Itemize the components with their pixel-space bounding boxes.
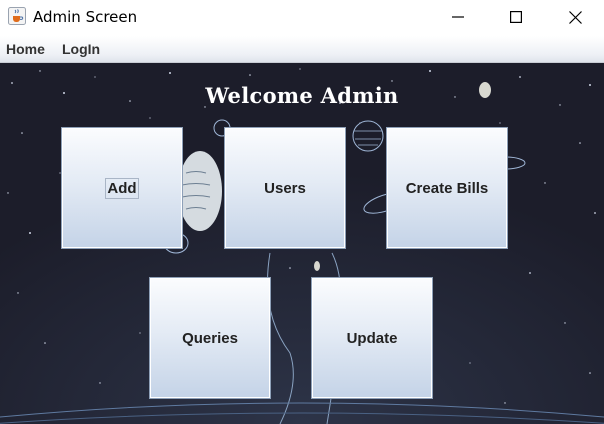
menu-bar: Home LogIn	[0, 36, 604, 63]
menu-home[interactable]: Home	[6, 41, 45, 57]
space-background-panel: Welcome Admin Add Users Create Bills Que…	[0, 63, 604, 424]
java-cup-icon	[8, 7, 26, 25]
create-bills-button-label: Create Bills	[405, 179, 489, 197]
create-bills-button[interactable]: Create Bills	[386, 127, 508, 249]
minimize-button[interactable]	[429, 0, 487, 34]
maximize-icon	[510, 11, 522, 23]
close-button[interactable]	[546, 0, 604, 34]
users-button[interactable]: Users	[224, 127, 346, 249]
update-button-label: Update	[346, 329, 398, 347]
users-button-label: Users	[264, 179, 306, 197]
add-button[interactable]: Add	[61, 127, 183, 249]
add-button-label: Add	[105, 177, 139, 199]
window-title: Admin Screen	[33, 8, 138, 26]
welcome-heading: Welcome Admin	[205, 83, 399, 108]
title-bar: Admin Screen	[0, 0, 604, 36]
queries-button[interactable]: Queries	[149, 277, 271, 399]
queries-button-label: Queries	[182, 329, 238, 347]
update-button[interactable]: Update	[311, 277, 433, 399]
close-icon	[568, 10, 582, 24]
menu-login[interactable]: LogIn	[62, 41, 100, 57]
maximize-button[interactable]	[487, 0, 545, 34]
minimize-icon	[452, 16, 464, 18]
